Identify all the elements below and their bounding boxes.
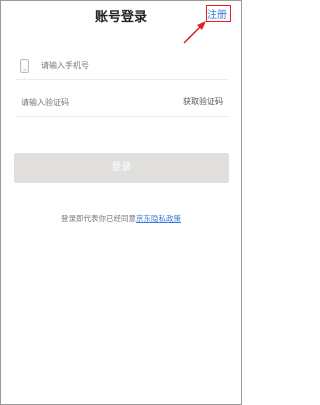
login-button[interactable]: 登录 (14, 153, 229, 183)
header: 账号登录 注册 (1, 1, 241, 29)
page-title: 账号登录 (94, 10, 147, 25)
code-field-row: 获取验证码 (15, 90, 229, 117)
privacy-policy-link[interactable]: 京东隐私政策 (136, 214, 181, 223)
get-code-button[interactable]: 获取验证码 (183, 96, 223, 107)
login-screen: 账号登录 注册 获取验证码 登录 登录即代表你已经同意京东隐私政策 (0, 0, 242, 405)
agreement-prefix: 登录即代表你已经同意 (61, 214, 136, 223)
verification-code-input[interactable] (21, 94, 151, 110)
phone-icon (20, 59, 29, 73)
agreement-text: 登录即代表你已经同意京东隐私政策 (1, 213, 241, 224)
phone-input[interactable] (41, 57, 221, 73)
register-link[interactable]: 注册 (207, 6, 227, 21)
phone-field-row (15, 53, 229, 80)
